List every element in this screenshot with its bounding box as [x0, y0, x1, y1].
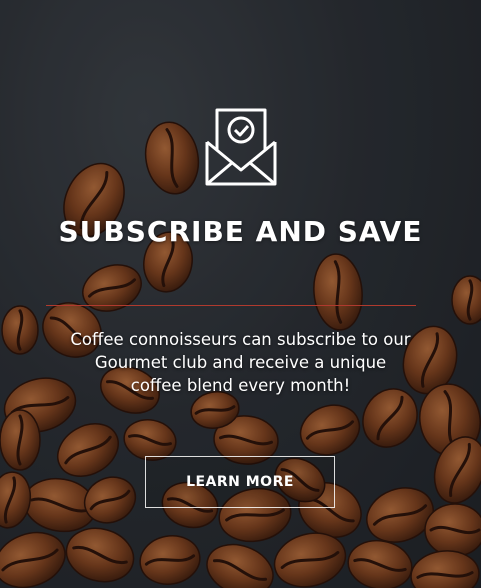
promo-description: Coffee connoisseurs can subscribe to our…	[70, 330, 411, 395]
learn-more-button[interactable]: LEARN MORE	[145, 456, 335, 508]
promo-title: SUBSCRIBE AND SAVE	[58, 215, 423, 248]
envelope-check-icon	[205, 108, 277, 186]
title-divider	[46, 305, 416, 306]
subscribe-promo-card: SUBSCRIBE AND SAVE Coffee connoisseurs c…	[0, 0, 481, 588]
